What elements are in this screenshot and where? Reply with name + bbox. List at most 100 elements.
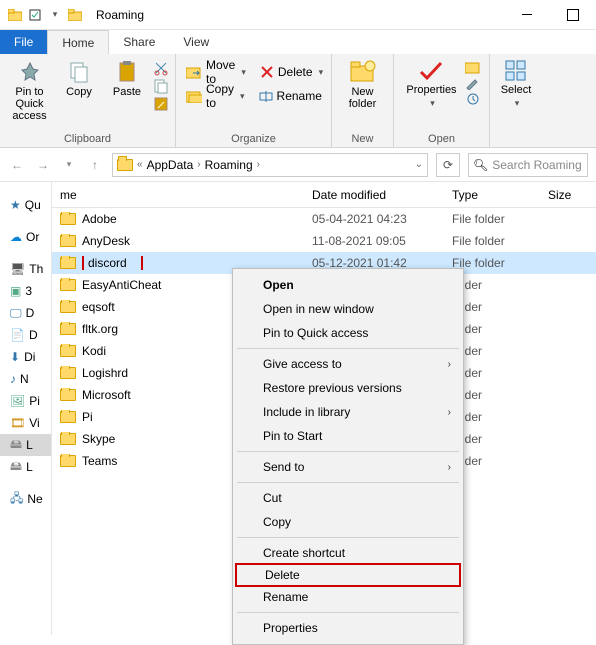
table-row[interactable]: AnyDesk11-08-2021 09:05File folder: [52, 230, 596, 252]
forward-button[interactable]: →: [34, 156, 52, 174]
paste-shortcut-icon[interactable]: [153, 96, 169, 112]
ctx-pin-quick-access[interactable]: Pin to Quick access: [235, 321, 461, 345]
folder-icon: [8, 8, 22, 22]
open-icon[interactable]: [465, 60, 481, 74]
sidebar-item[interactable]: 🖵D: [0, 302, 51, 324]
tab-file[interactable]: File: [0, 30, 47, 54]
maximize-button[interactable]: [550, 0, 596, 30]
chevron-right-icon: ›: [257, 159, 260, 170]
sidebar-item[interactable]: 🖧Ne: [0, 488, 51, 510]
window-title: Roaming: [96, 8, 144, 22]
chevron-down-icon: ▾: [241, 67, 246, 78]
ctx-include-in-library[interactable]: Include in library›: [235, 400, 461, 424]
qat-item[interactable]: [28, 8, 42, 22]
quick-access-toolbar: ▾ Roaming: [0, 8, 144, 22]
search-icon: 🔍︎: [473, 158, 488, 172]
sidebar-item[interactable]: 📄D: [0, 324, 51, 346]
minimize-button[interactable]: [504, 0, 550, 30]
cloud-icon: ☁: [10, 230, 22, 244]
ctx-delete[interactable]: Delete: [235, 563, 461, 587]
refresh-button[interactable]: ⟳: [436, 153, 460, 177]
ribbon-group-select: Select ▾: [490, 54, 542, 147]
tab-home[interactable]: Home: [47, 30, 109, 54]
sidebar-item[interactable]: 🖴L: [0, 456, 51, 478]
folder-icon: [60, 411, 76, 423]
rename-button[interactable]: Rename: [255, 86, 326, 106]
new-folder-button[interactable]: New folder: [338, 58, 387, 112]
copy-path-icon[interactable]: [153, 78, 169, 94]
new-folder-icon: [349, 60, 377, 84]
separator: [237, 451, 459, 452]
delete-button[interactable]: Delete▾: [256, 62, 327, 82]
ctx-pin-to-start[interactable]: Pin to Start: [235, 424, 461, 448]
properties-button[interactable]: Properties ▾: [402, 58, 460, 111]
ctx-send-to[interactable]: Send to›: [235, 455, 461, 479]
ctx-create-shortcut[interactable]: Create shortcut: [235, 541, 461, 565]
pc-icon: 🖥: [10, 262, 25, 276]
ctx-restore-previous[interactable]: Restore previous versions: [235, 376, 461, 400]
nav-row: ← → ▾ ↑ « AppData › Roaming › ⌄ ⟳ 🔍︎ Sea…: [0, 148, 596, 182]
ribbon: Pin to Quick access Copy Paste Clipboard: [0, 54, 596, 148]
breadcrumb-segment[interactable]: Roaming: [205, 158, 253, 172]
cell-name: Adobe: [52, 212, 304, 226]
up-button[interactable]: ↑: [86, 156, 104, 174]
ctx-open[interactable]: Open: [235, 273, 461, 297]
ctx-cut[interactable]: Cut: [235, 486, 461, 510]
chevron-down-icon[interactable]: ⌄: [415, 159, 423, 170]
search-input[interactable]: 🔍︎ Search Roaming: [468, 153, 588, 177]
ctx-copy[interactable]: Copy: [235, 510, 461, 534]
sidebar-item[interactable]: ☁Or: [0, 226, 51, 248]
column-size[interactable]: Size: [540, 188, 596, 202]
paste-button[interactable]: Paste: [105, 58, 149, 100]
sidebar-item[interactable]: ▣3: [0, 280, 51, 302]
ctx-open-new-window[interactable]: Open in new window: [235, 297, 461, 321]
pictures-icon: 🖼: [10, 394, 25, 408]
select-button[interactable]: Select ▾: [494, 58, 538, 111]
back-button[interactable]: ←: [8, 156, 26, 174]
folder-icon: [60, 279, 76, 291]
tab-share[interactable]: Share: [109, 30, 169, 54]
edit-icon[interactable]: [465, 76, 481, 90]
breadcrumb[interactable]: « AppData › Roaming › ⌄: [112, 153, 428, 177]
recent-locations-button[interactable]: ▾: [60, 156, 78, 174]
column-type[interactable]: Type: [444, 188, 540, 202]
sidebar-item[interactable]: ♪N: [0, 368, 51, 390]
copy-to-button[interactable]: Copy to▾: [182, 86, 249, 106]
folder-copy-icon: [186, 89, 202, 103]
folder-icon: [117, 159, 133, 171]
sidebar-item[interactable]: 🎞Vi: [0, 412, 51, 434]
column-name[interactable]: me: [52, 188, 304, 202]
ctx-rename[interactable]: Rename: [235, 585, 461, 609]
drive-icon: 🖴: [10, 457, 22, 478]
sidebar-item[interactable]: 🖴L: [0, 434, 51, 456]
folder-icon: [60, 345, 76, 357]
ribbon-group-new: New folder New: [332, 54, 394, 147]
ribbon-group-clipboard: Pin to Quick access Copy Paste Clipboard: [0, 54, 176, 147]
cell-name: AnyDesk: [52, 234, 304, 248]
sidebar-item[interactable]: ⬇Di: [0, 346, 51, 368]
qat-overflow[interactable]: ▾: [48, 8, 62, 22]
ribbon-group-label: Organize: [182, 131, 325, 145]
history-icon[interactable]: [465, 92, 481, 106]
music-icon: ♪: [10, 372, 16, 386]
sidebar-item[interactable]: 🖼Pi: [0, 390, 51, 412]
ctx-give-access-to[interactable]: Give access to›: [235, 352, 461, 376]
table-row[interactable]: Adobe05-04-2021 04:23File folder: [52, 208, 596, 230]
column-date[interactable]: Date modified: [304, 188, 444, 202]
ribbon-tabs: File Home Share View: [0, 30, 596, 54]
chevron-right-icon: ›: [448, 462, 451, 473]
chevron-down-icon: ▾: [240, 91, 245, 102]
documents-icon: 📄: [10, 328, 25, 342]
move-to-button[interactable]: Move to▾: [182, 62, 250, 82]
copy-button[interactable]: Copy: [57, 58, 101, 100]
window-controls: [504, 0, 596, 30]
sidebar-item[interactable]: ★Qu: [0, 194, 51, 216]
cut-icon[interactable]: [153, 60, 169, 76]
download-icon: ⬇: [10, 350, 20, 364]
ctx-properties[interactable]: Properties: [235, 616, 461, 640]
folder-icon: [60, 213, 76, 225]
sidebar-item[interactable]: 🖥Th: [0, 258, 51, 280]
pin-quick-access-button[interactable]: Pin to Quick access: [6, 58, 53, 124]
breadcrumb-segment[interactable]: AppData: [147, 158, 194, 172]
tab-view[interactable]: View: [169, 30, 223, 54]
